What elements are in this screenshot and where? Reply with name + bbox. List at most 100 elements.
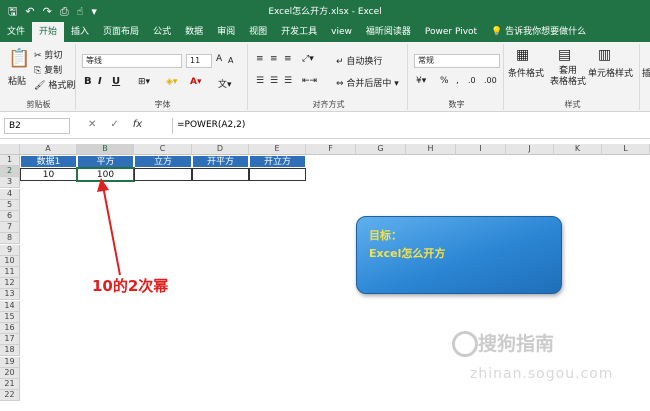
borders-icon[interactable]: ⊞▾ [138,77,150,87]
row-header[interactable]: 16 [0,323,20,334]
wrap-text-button[interactable]: ↵ 自动换行 [336,54,382,67]
orientation-icon[interactable]: ⤢▾ [302,54,314,64]
shrink-font-icon[interactable]: A [228,56,233,65]
print-preview-icon[interactable]: ⎙ [60,6,69,17]
number-format-select[interactable]: 常规 [414,54,500,68]
header-cell-b1[interactable]: 平方 [77,155,134,168]
header-cell-a1[interactable]: 数据1 [20,155,77,168]
tab-view[interactable]: 视图 [242,22,274,42]
row-header[interactable]: 4 [0,188,20,200]
tell-me-box[interactable]: 💡 告诉我你想要做什么 [484,22,593,42]
header-cell-d1[interactable]: 开平方 [192,155,249,168]
cell-a2[interactable]: 10 [20,168,77,181]
row-header[interactable]: 13 [0,289,20,301]
select-all-corner[interactable] [0,144,20,155]
customize-icon[interactable]: ▾ [91,6,97,17]
formula-input[interactable]: =POWER(A2,2) [172,118,646,134]
underline-button[interactable]: U [112,76,120,87]
column-header[interactable]: I [456,144,506,155]
undo-icon[interactable]: ↶ [25,6,34,17]
tab-developer[interactable]: 开发工具 [274,22,324,42]
table-format-icon[interactable]: ▤ [558,47,571,63]
currency-icon[interactable]: ¥▾ [416,76,426,86]
italic-button[interactable]: I [98,76,102,87]
header-cell-e1[interactable]: 开立方 [249,155,306,168]
column-header[interactable]: A [20,144,77,155]
column-header[interactable]: B [77,144,134,155]
format-painter-button[interactable]: 🖌 格式刷 [34,78,75,91]
cell-e2[interactable] [249,168,306,181]
cut-button[interactable]: ✂ 剪切 [34,48,62,61]
phonetic-icon[interactable]: 文▾ [218,77,232,90]
cell-b2-selected[interactable]: 100 [76,167,135,182]
row-header[interactable]: 22 [0,390,20,402]
font-name-select[interactable]: 等线 [82,54,182,68]
row-header[interactable]: 2 [0,166,20,178]
row-header[interactable]: 10 [0,255,20,267]
tab-data[interactable]: 数据 [178,22,210,42]
row-header[interactable]: 1 [0,155,20,166]
indent-icon[interactable]: ⇤⇥ [302,76,317,86]
tab-view-en[interactable]: view [324,22,359,42]
insert-function-icon[interactable]: fx [133,119,142,130]
row-header[interactable]: 7 [0,222,20,234]
row-header[interactable]: 15 [0,311,20,323]
fill-color-icon[interactable]: ◈▾ [166,77,177,87]
row-header[interactable]: 6 [0,211,20,222]
increase-decimal-icon[interactable]: .0 [468,76,476,85]
redo-icon[interactable]: ↷ [43,6,52,17]
copy-button[interactable]: ⎘ 复制 [34,63,62,76]
tab-power-pivot[interactable]: Power Pivot [418,22,484,42]
tab-foxit[interactable]: 福昕阅读器 [359,22,418,42]
tab-page-layout[interactable]: 页面布局 [96,22,146,42]
row-header[interactable]: 21 [0,379,20,390]
paste-button[interactable]: 粘贴 [8,74,26,87]
merge-center-button[interactable]: ⇔ 合并后居中 ▾ [336,76,399,89]
align-left-icon[interactable]: ☰ [256,76,264,86]
row-header[interactable]: 11 [0,267,20,278]
align-top-icon[interactable]: ≡ [256,54,264,64]
column-header[interactable]: K [554,144,602,155]
row-header[interactable]: 14 [0,300,20,312]
table-format-button[interactable]: 套用 表格格式 [550,66,586,88]
header-cell-c1[interactable]: 立方 [134,155,192,168]
grow-font-icon[interactable]: A [216,54,222,64]
cell-styles-button[interactable]: 单元格样式 [588,66,633,79]
cell-d2[interactable] [192,168,249,181]
cell-c2[interactable] [134,168,192,181]
name-box[interactable]: B2 [4,118,70,134]
percent-icon[interactable]: % [440,76,449,86]
column-header[interactable]: F [306,144,356,155]
align-bottom-icon[interactable]: ≡ [284,54,292,64]
conditional-format-button[interactable]: 条件格式 [508,66,544,79]
cancel-icon[interactable]: ✕ [88,119,96,130]
align-center-icon[interactable]: ☰ [270,76,278,86]
row-header[interactable]: 12 [0,278,20,290]
paste-icon[interactable]: 📋 [8,48,30,69]
column-header[interactable]: J [506,144,554,155]
tab-formulas[interactable]: 公式 [146,22,178,42]
row-header[interactable]: 9 [0,244,20,256]
column-header[interactable]: H [406,144,456,155]
column-header[interactable]: G [356,144,406,155]
row-header[interactable]: 19 [0,356,20,368]
column-header[interactable]: D [192,144,249,155]
column-header[interactable]: C [134,144,192,155]
save-icon[interactable]: 🖫 [8,6,17,17]
touch-mode-icon[interactable]: ☝ [77,6,84,17]
column-header[interactable]: L [602,144,650,155]
font-size-select[interactable]: 11 [186,54,212,68]
row-header[interactable]: 5 [0,199,20,211]
tab-insert[interactable]: 插入 [64,22,96,42]
font-color-icon[interactable]: A▾ [190,77,201,87]
row-header[interactable]: 17 [0,334,20,346]
row-header[interactable]: 18 [0,345,20,357]
cell-styles-icon[interactable]: ▥ [598,47,611,63]
comma-icon[interactable]: , [456,76,459,86]
align-right-icon[interactable]: ☰ [284,76,292,86]
tab-review[interactable]: 审阅 [210,22,242,42]
row-header[interactable]: 3 [0,177,20,189]
enter-icon[interactable]: ✓ [110,119,118,130]
tab-home[interactable]: 开始 [32,22,65,42]
decrease-decimal-icon[interactable]: .00 [484,76,497,85]
